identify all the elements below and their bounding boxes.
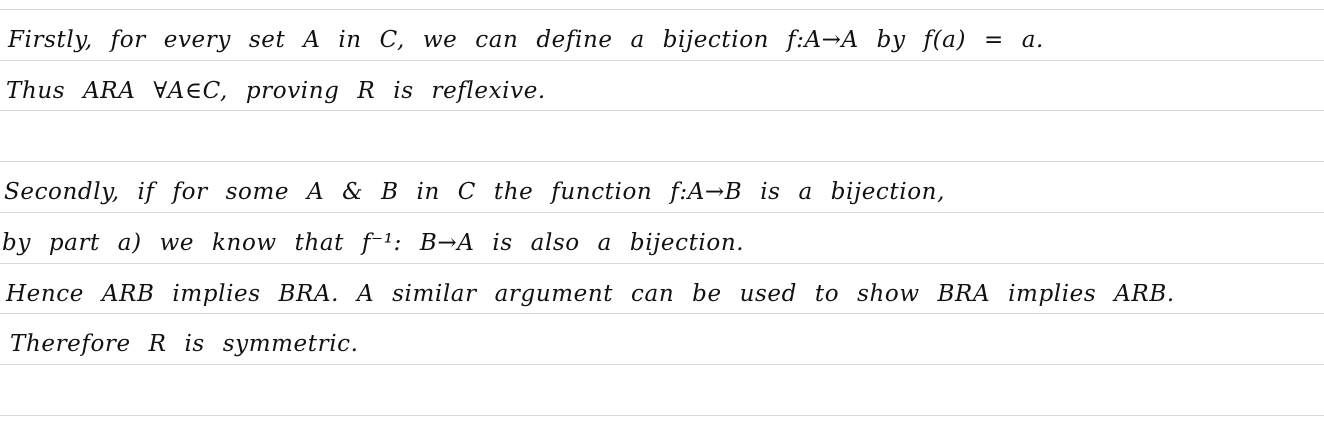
- note-line-2: Thus ARA ∀A∈C, proving R is reflexive.: [6, 78, 546, 104]
- ruled-line: [0, 212, 1324, 213]
- ruled-line: [0, 263, 1324, 264]
- ruled-line: [0, 60, 1324, 61]
- note-line-4: by part a) we know that f⁻¹: B→A is also…: [2, 230, 745, 256]
- handwritten-notes-page: Firstly, for every set A in C, we can de…: [0, 0, 1324, 425]
- ruled-line: [0, 9, 1324, 10]
- ruled-line: [0, 364, 1324, 365]
- ruled-line: [0, 415, 1324, 416]
- ruled-line: [0, 161, 1324, 162]
- note-line-6: Therefore R is symmetric.: [10, 331, 359, 357]
- note-line-1: Firstly, for every set A in C, we can de…: [8, 27, 1044, 53]
- note-line-5: Hence ARB implies BRA. A similar argumen…: [6, 281, 1175, 307]
- ruled-line: [0, 110, 1324, 111]
- note-line-3: Secondly, if for some A & B in C the fun…: [4, 179, 945, 205]
- ruled-line: [0, 313, 1324, 314]
